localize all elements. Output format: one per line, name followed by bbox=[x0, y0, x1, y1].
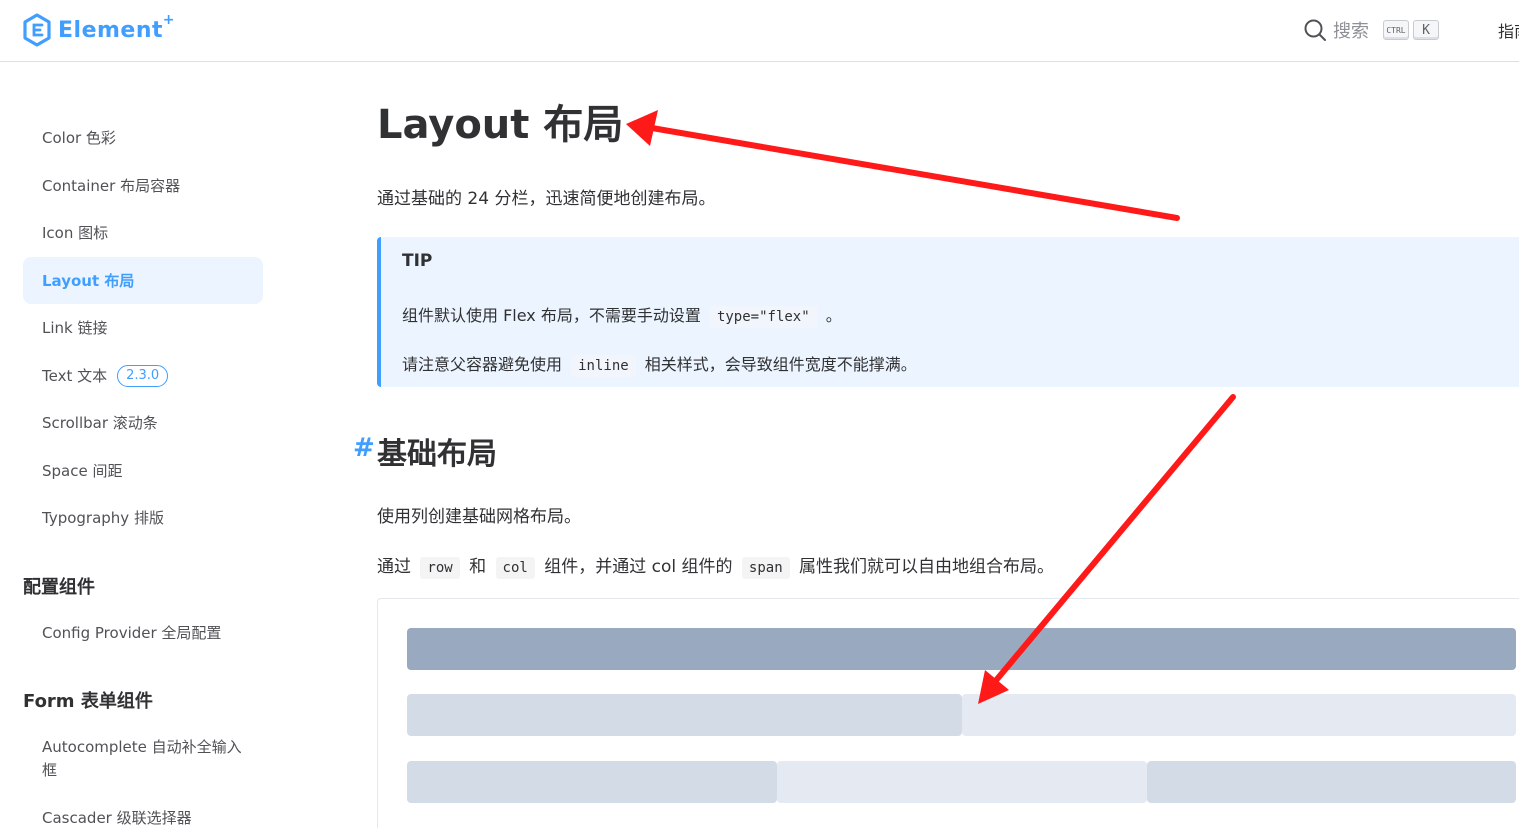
demo-row-8 bbox=[407, 761, 1516, 803]
demo-row-24 bbox=[407, 628, 1516, 670]
sidebar-item-typography[interactable]: Typography 排版 bbox=[23, 494, 263, 541]
element-logo-icon bbox=[23, 13, 51, 47]
search-icon bbox=[1304, 19, 1326, 41]
sidebar-item-layout[interactable]: Layout 布局 bbox=[23, 257, 263, 304]
demo-col-span-8 bbox=[407, 761, 777, 803]
tip-text: 。 bbox=[825, 306, 842, 325]
section-desc: 使用列创建基础网格布局。 bbox=[377, 507, 581, 527]
sidebar-item-link[interactable]: Link 链接 bbox=[23, 304, 263, 351]
page-title: Layout 布局 bbox=[377, 102, 624, 148]
sidebar-item-scrollbar[interactable]: Scrollbar 滚动条 bbox=[23, 399, 263, 446]
sidebar-item-config-provider[interactable]: Config Provider 全局配置 bbox=[23, 609, 263, 656]
version-badge: 2.3.0 bbox=[117, 364, 169, 387]
search-label: 搜索 bbox=[1333, 21, 1369, 42]
sidebar-item-icon[interactable]: Icon 图标 bbox=[23, 209, 263, 256]
search-button[interactable]: 搜索 CTRL K bbox=[1303, 14, 1439, 46]
inline-code: inline bbox=[571, 355, 636, 377]
text: 通过 bbox=[377, 557, 411, 577]
sidebar-item-container[interactable]: Container 布局容器 bbox=[23, 162, 263, 209]
page-intro: 通过基础的 24 分栏，迅速简便地创建布局。 bbox=[377, 189, 716, 209]
sidebar-group-config: 配置组件 bbox=[23, 577, 95, 598]
tip-block: TIP 组件默认使用 Flex 布局，不需要手动设置 type="flex" 。… bbox=[377, 237, 1519, 387]
section-desc-row-col: 通过 row 和 col 组件，并通过 col 组件的 span 属性我们就可以… bbox=[377, 552, 1055, 579]
tip-line-inline: 请注意父容器避免使用 inline 相关样式，会导致组件宽度不能撑满。 bbox=[402, 351, 917, 377]
tip-line-flex: 组件默认使用 Flex 布局，不需要手动设置 type="flex" 。 bbox=[402, 302, 842, 328]
text: 和 bbox=[469, 557, 487, 577]
demo-col-span-24 bbox=[407, 628, 1516, 670]
text: 属性我们就可以自由地组合布局。 bbox=[799, 557, 1055, 577]
top-header: Element+ 搜索 CTRL K 指南 bbox=[0, 0, 1519, 62]
sidebar-item-autocomplete[interactable]: Autocomplete 自动补全输入框 bbox=[23, 727, 263, 781]
kbd-k: K bbox=[1413, 20, 1439, 40]
inline-code: row bbox=[420, 557, 460, 579]
sidebar-group-form: Form 表单组件 bbox=[23, 691, 153, 712]
demo-col-span-12 bbox=[407, 694, 962, 736]
section-title-basic-layout: 基础布局 bbox=[377, 437, 497, 472]
tip-title: TIP bbox=[402, 251, 433, 271]
sidebar-item-space[interactable]: Space 间距 bbox=[23, 447, 263, 494]
sidebar-item-label: Text 文本 bbox=[42, 367, 108, 385]
inline-code: type="flex" bbox=[709, 306, 817, 328]
inline-code: span bbox=[741, 557, 790, 579]
inline-code: col bbox=[495, 557, 535, 579]
tip-text: 组件默认使用 Flex 布局，不需要手动设置 bbox=[402, 306, 701, 325]
anchor-hash-link[interactable]: # bbox=[353, 433, 375, 463]
brand-name: Element + bbox=[58, 11, 176, 43]
main-content: Layout 布局 通过基础的 24 分栏，迅速简便地创建布局。 TIP 组件默… bbox=[353, 62, 1519, 828]
element-plus-logo[interactable]: Element + bbox=[22, 11, 176, 48]
text: 组件，并通过 col 组件的 bbox=[544, 557, 733, 577]
sidebar: Color 色彩 Container 布局容器 Icon 图标 Layout 布… bbox=[0, 62, 300, 828]
layout-demo-block bbox=[377, 598, 1519, 828]
demo-col-span-12 bbox=[962, 694, 1516, 736]
demo-col-span-8 bbox=[1147, 761, 1516, 803]
sidebar-item-cascader[interactable]: Cascader 级联选择器 bbox=[23, 794, 263, 828]
tip-text: 请注意父容器避免使用 bbox=[402, 355, 563, 374]
nav-link-guide[interactable]: 指南 bbox=[1498, 18, 1519, 42]
demo-row-12 bbox=[407, 694, 1516, 736]
kbd-ctrl: CTRL bbox=[1383, 20, 1409, 40]
demo-col-span-8 bbox=[777, 761, 1147, 803]
sidebar-item-color[interactable]: Color 色彩 bbox=[23, 114, 263, 161]
sidebar-item-text[interactable]: Text 文本 2.3.0 bbox=[23, 352, 263, 399]
tip-text: 相关样式，会导致组件宽度不能撑满。 bbox=[644, 355, 917, 374]
